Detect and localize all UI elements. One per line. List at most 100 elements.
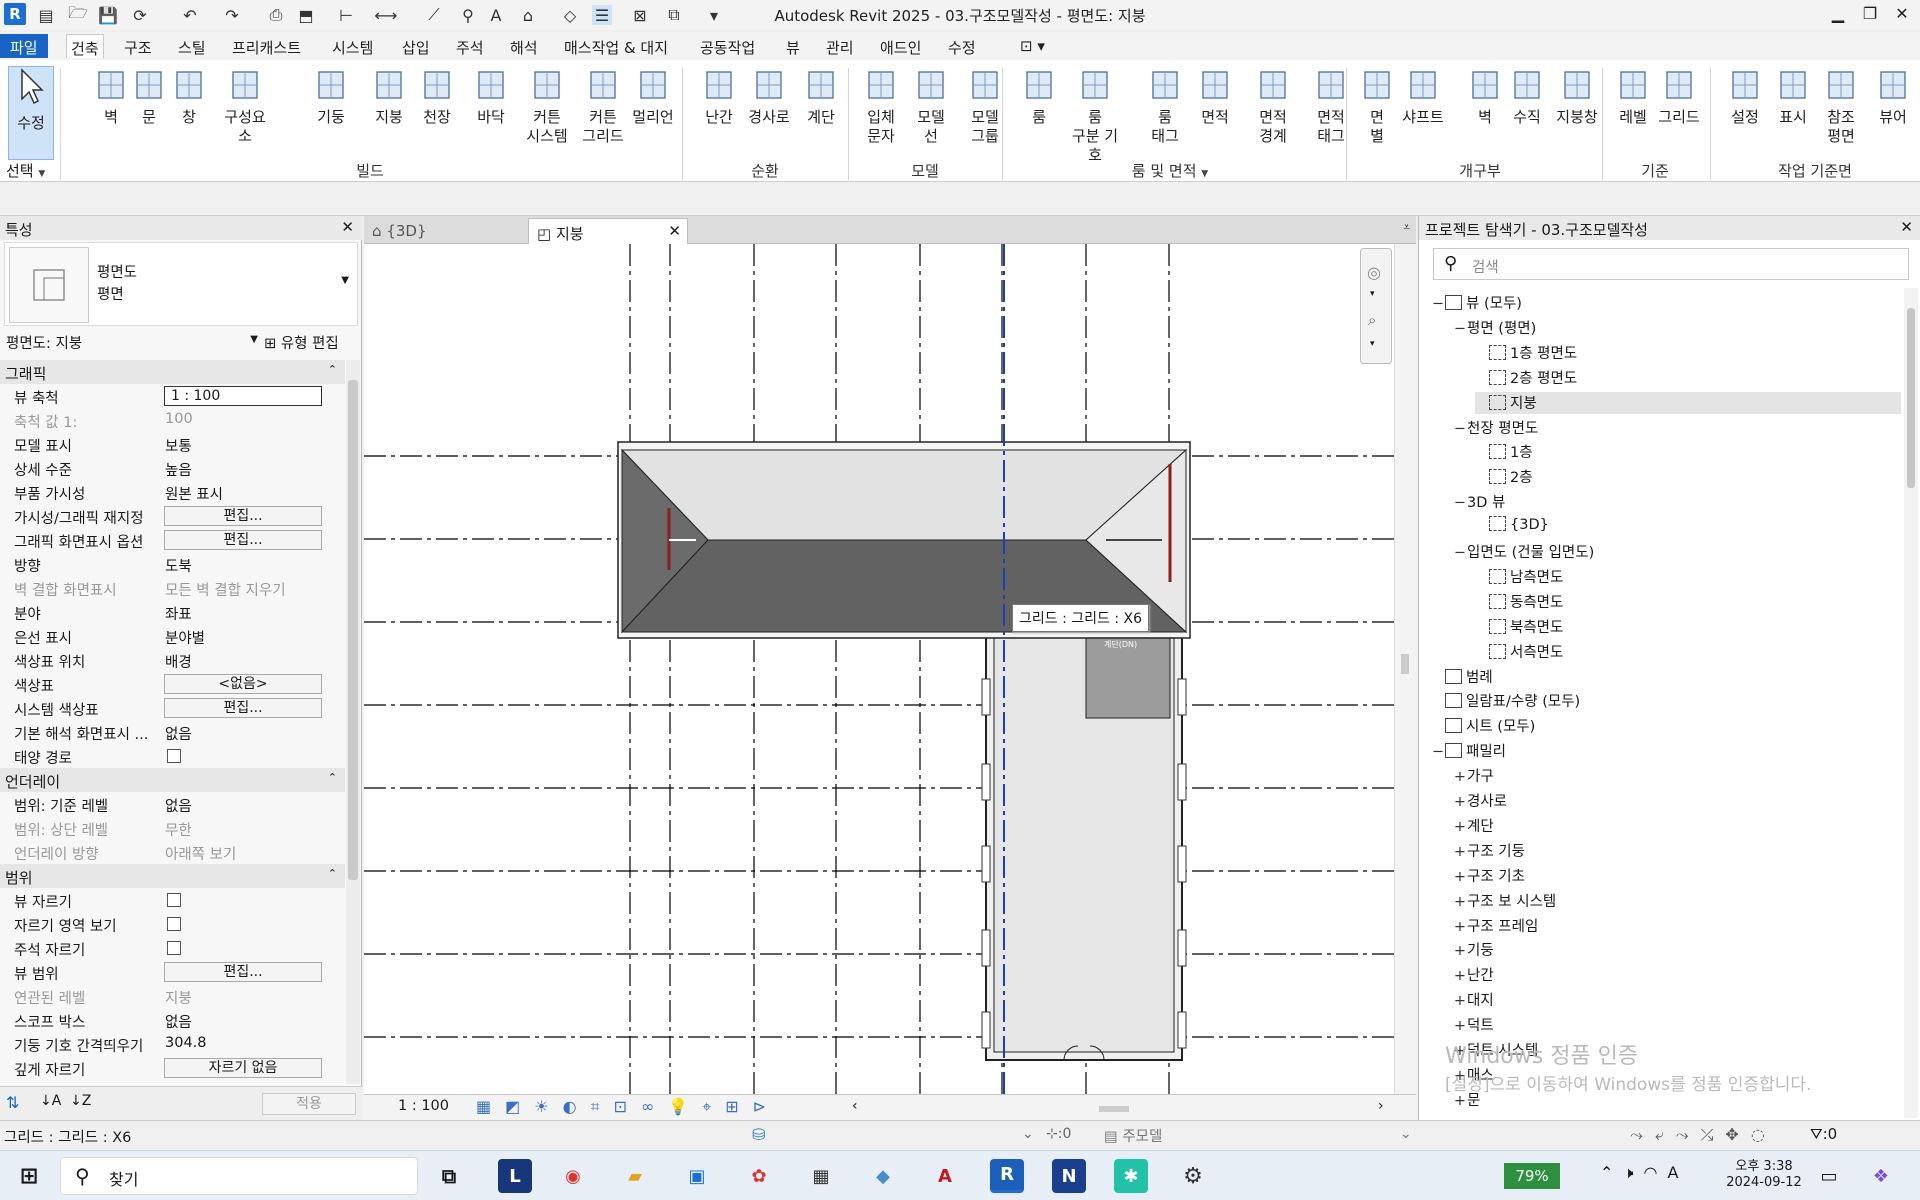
roof-button[interactable]: 지붕 xyxy=(364,66,414,127)
window-button[interactable]: 창 xyxy=(164,66,214,127)
area-button[interactable]: 면적 xyxy=(1190,66,1240,127)
area-boundary-button[interactable]: 면적 경계 xyxy=(1248,66,1298,146)
window[interactable] xyxy=(981,929,991,967)
tab-insert[interactable]: 삽입 xyxy=(398,34,434,58)
scrollbar-thumb[interactable] xyxy=(1401,654,1409,674)
scrollbar-thumb[interactable] xyxy=(1907,308,1915,488)
dormer-button[interactable]: 지붕창 xyxy=(1552,66,1602,127)
browser-node[interactable]: −천장 평면도 xyxy=(1453,417,1538,439)
sort-asc-icon[interactable]: ↓A xyxy=(40,1093,61,1109)
battery-indicator[interactable]: 79% xyxy=(1504,1163,1560,1189)
mute-icon[interactable]: 🕨 xyxy=(1623,1163,1643,1182)
browser-node[interactable]: 서측면도 xyxy=(1475,641,1563,663)
window[interactable] xyxy=(1177,678,1187,716)
floor-button[interactable]: 바닥 xyxy=(466,66,516,127)
browser-node[interactable]: − 패밀리 xyxy=(1431,740,1506,762)
set-workplane-button[interactable]: 설정 xyxy=(1720,66,1770,127)
property-value[interactable]: 없음 xyxy=(165,723,192,744)
tab-modify[interactable]: 수정 xyxy=(944,34,980,58)
curtain-grid-button[interactable]: 커튼 그리드 xyxy=(578,66,628,146)
wifi-icon[interactable]: ◠ xyxy=(1644,1163,1668,1182)
scrollbar-thumb[interactable] xyxy=(348,380,358,880)
property-edit-button[interactable]: 자르기 없음 xyxy=(164,1058,322,1078)
minimize-button[interactable]: ▁ xyxy=(1824,4,1852,26)
property-value[interactable]: 304.8 xyxy=(165,1035,207,1051)
property-edit-button[interactable]: 편집... xyxy=(164,698,322,718)
chevron-up-icon[interactable]: ⌃ xyxy=(1600,1163,1623,1182)
tab-file[interactable]: 파일 xyxy=(0,34,48,58)
properties-scrollbar[interactable] xyxy=(346,360,360,1084)
browser-node[interactable]: 동측면도 xyxy=(1475,591,1563,613)
mullion-button[interactable]: 멀리언 xyxy=(628,66,678,127)
filter-button[interactable]: ⛛:0 xyxy=(1810,1125,1837,1143)
chrome-icon[interactable]: ◉ xyxy=(556,1159,590,1193)
browser-node[interactable]: +구조 보 시스템 xyxy=(1453,890,1556,912)
section-extents[interactable]: 범위 ⌃ xyxy=(0,864,345,888)
browser-scrollbar[interactable] xyxy=(1904,288,1918,1118)
expand-icon[interactable]: + xyxy=(1453,844,1467,860)
tab-roof-view[interactable]: ◰ 지붕 ✕ xyxy=(528,218,688,244)
scroll-left-icon[interactable]: ‹ xyxy=(852,1098,858,1114)
browser-node[interactable]: 지붕 xyxy=(1475,391,1901,414)
window[interactable] xyxy=(1177,929,1187,967)
window[interactable] xyxy=(1177,1011,1187,1049)
collapse-icon[interactable]: − xyxy=(1453,545,1467,561)
taskbar-search[interactable]: ⚲ 찾기 xyxy=(60,1157,418,1195)
chevron-down-icon[interactable]: ▾ xyxy=(1370,289,1375,299)
property-value[interactable]: 높음 xyxy=(165,459,192,480)
chevron-down-icon[interactable]: ⌄ xyxy=(1022,1126,1034,1142)
ime-icon[interactable]: A xyxy=(1667,1163,1688,1182)
app-l-icon[interactable]: L xyxy=(498,1159,532,1193)
tab-analyze[interactable]: 해석 xyxy=(506,34,542,58)
area-tag-button[interactable]: 면적 태그 xyxy=(1306,66,1356,146)
browser-node[interactable]: +난간 xyxy=(1453,964,1494,986)
expand-icon[interactable]: + xyxy=(1453,819,1467,835)
roof-plan-drawing[interactable]: 계단(DN) xyxy=(364,244,1394,1094)
tab-massing-site[interactable]: 매스작업 & 대지 xyxy=(560,34,672,58)
tray-date[interactable]: 2024-09-12 xyxy=(1716,1175,1812,1190)
model-text-button[interactable]: 입체 문자 xyxy=(856,66,906,146)
expand-icon[interactable]: + xyxy=(1453,943,1467,959)
select-dropdown[interactable]: 선택 ▼ xyxy=(6,160,45,181)
drawing-canvas[interactable]: 계단(DN) 그리드 : 그리드 : X6 ◎ ▾ ⌕ ▾ xyxy=(364,244,1394,1094)
shadows-icon[interactable]: ◐ xyxy=(563,1097,591,1116)
column-button[interactable]: 기둥 xyxy=(306,66,356,127)
browser-node[interactable]: +덕트 xyxy=(1453,1014,1494,1036)
property-value[interactable]: 분야별 xyxy=(165,627,205,648)
browser-node[interactable]: +계단 xyxy=(1453,815,1494,837)
browser-node[interactable]: −입면도 (건물 입면도) xyxy=(1453,541,1594,563)
stair-button[interactable]: 계단 xyxy=(796,66,846,127)
select-by-face-icon[interactable]: ⤰ xyxy=(1701,1125,1726,1144)
tab-list-icon[interactable]: ⩡ xyxy=(1403,220,1410,235)
close-icon[interactable]: ✕ xyxy=(1900,218,1913,236)
start-icon[interactable]: ⊞ xyxy=(12,1159,46,1193)
show-workplane-button[interactable]: 표시 xyxy=(1768,66,1818,127)
property-value[interactable]: 도북 xyxy=(165,555,192,576)
browser-node[interactable]: 북측면도 xyxy=(1475,616,1563,638)
expand-icon[interactable]: + xyxy=(1453,1093,1467,1109)
maximize-button[interactable]: ❐ xyxy=(1856,4,1884,26)
expand-icon[interactable]: + xyxy=(1453,769,1467,785)
notification-icon[interactable]: ▭ xyxy=(1812,1159,1846,1193)
instance-filter[interactable]: 평면도: 지붕 ▼ xyxy=(6,332,258,354)
window[interactable] xyxy=(1177,845,1187,883)
task-view-icon[interactable]: ⧉ xyxy=(432,1159,466,1193)
browser-node[interactable]: +가구 xyxy=(1453,765,1494,787)
tab-3d-view[interactable]: ⌂ {3D} xyxy=(364,218,524,244)
property-value[interactable]: 없음 xyxy=(165,795,192,816)
tab-view[interactable]: 뷰 xyxy=(782,34,804,58)
store-icon[interactable]: ▣ xyxy=(680,1159,714,1193)
horizontal-scrollbar-thumb[interactable] xyxy=(1099,1106,1129,1112)
ribbon-display-toggle[interactable]: ⊡ ▾ xyxy=(1016,34,1049,58)
browser-node[interactable]: −평면 (평면) xyxy=(1453,317,1536,339)
view-scale-input[interactable]: 1 : 100 xyxy=(164,386,322,406)
ref-plane-button[interactable]: 참조 평면 xyxy=(1816,66,1866,146)
ramp-button[interactable]: 경사로 xyxy=(744,66,794,127)
browser-node[interactable]: +경사로 xyxy=(1453,790,1507,812)
tab-addins[interactable]: 애드인 xyxy=(876,34,925,58)
browser-node[interactable]: 남측면도 xyxy=(1475,566,1563,588)
level-button[interactable]: 레벨 xyxy=(1608,66,1658,127)
property-checkbox[interactable] xyxy=(167,941,181,955)
browser-node[interactable]: 1층 xyxy=(1475,441,1533,463)
browser-node[interactable]: − 뷰 (모두) xyxy=(1431,292,1522,314)
